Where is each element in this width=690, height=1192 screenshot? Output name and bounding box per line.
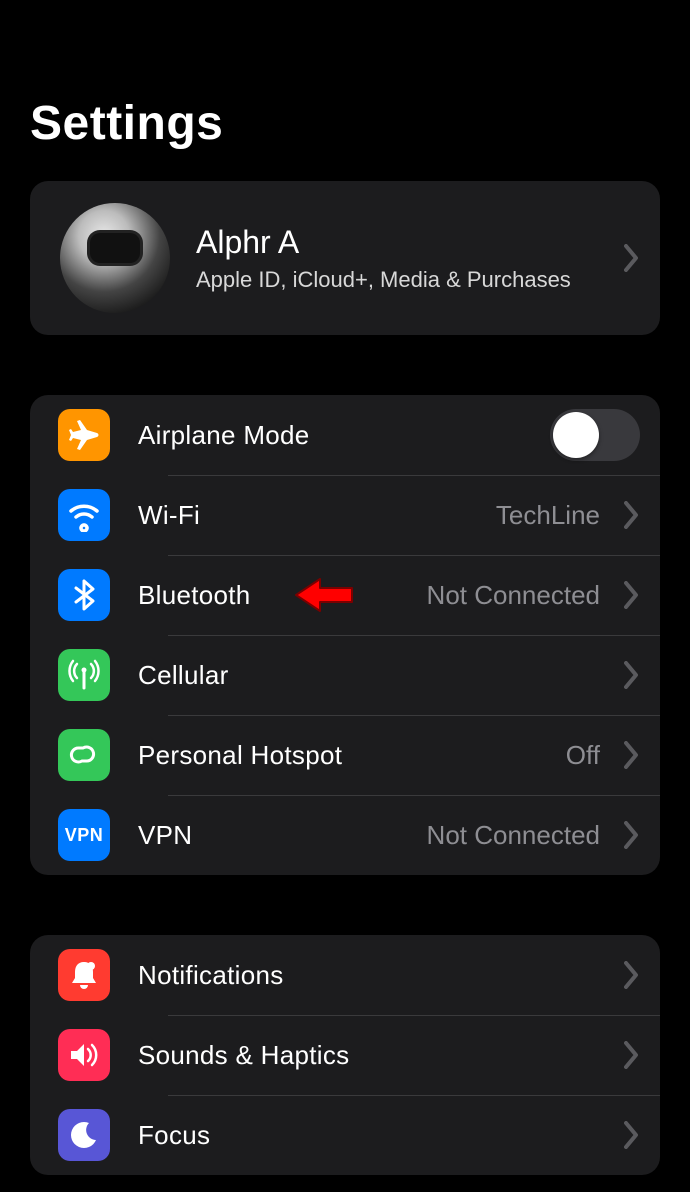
chevron-right-icon bbox=[624, 821, 640, 849]
cellular-label: Cellular bbox=[138, 660, 614, 691]
chevron-right-icon bbox=[624, 581, 640, 609]
sounds-icon bbox=[58, 1029, 110, 1081]
wifi-icon bbox=[58, 489, 110, 541]
vpn-icon: VPN bbox=[58, 809, 110, 861]
wifi-value: TechLine bbox=[496, 500, 600, 531]
profile-group: Alphr A Apple ID, iCloud+, Media & Purch… bbox=[30, 181, 660, 335]
chevron-right-icon bbox=[624, 961, 640, 989]
toggle-knob bbox=[553, 412, 599, 458]
bluetooth-value: Not Connected bbox=[427, 580, 600, 611]
airplane-toggle[interactable] bbox=[550, 409, 640, 461]
vpn-icon-text: VPN bbox=[65, 825, 104, 846]
focus-icon bbox=[58, 1109, 110, 1161]
sounds-row[interactable]: Sounds & Haptics bbox=[30, 1015, 660, 1095]
apple-id-row[interactable]: Alphr A Apple ID, iCloud+, Media & Purch… bbox=[30, 181, 660, 335]
hotspot-label: Personal Hotspot bbox=[138, 740, 566, 771]
wifi-label: Wi-Fi bbox=[138, 500, 496, 531]
bluetooth-icon bbox=[58, 569, 110, 621]
airplane-icon bbox=[58, 409, 110, 461]
chevron-right-icon bbox=[624, 1041, 640, 1069]
notifications-label: Notifications bbox=[138, 960, 614, 991]
vpn-label: VPN bbox=[138, 820, 427, 851]
notifications-group: Notifications Sounds & Haptics Focus bbox=[30, 935, 660, 1175]
wifi-row[interactable]: Wi-Fi TechLine bbox=[30, 475, 660, 555]
chevron-right-icon bbox=[624, 741, 640, 769]
notifications-icon bbox=[58, 949, 110, 1001]
vpn-value: Not Connected bbox=[427, 820, 600, 851]
focus-row[interactable]: Focus bbox=[30, 1095, 660, 1175]
avatar bbox=[60, 203, 170, 313]
vpn-row[interactable]: VPN VPN Not Connected bbox=[30, 795, 660, 875]
hotspot-value: Off bbox=[566, 740, 600, 771]
sounds-label: Sounds & Haptics bbox=[138, 1040, 614, 1071]
network-group: Airplane Mode Wi-Fi TechLine Bluetooth N… bbox=[30, 395, 660, 875]
cellular-icon bbox=[58, 649, 110, 701]
hotspot-icon bbox=[58, 729, 110, 781]
bluetooth-label: Bluetooth bbox=[138, 580, 427, 611]
chevron-right-icon bbox=[624, 661, 640, 689]
airplane-label: Airplane Mode bbox=[138, 420, 550, 451]
profile-text: Alphr A Apple ID, iCloud+, Media & Purch… bbox=[170, 224, 614, 293]
chevron-right-icon bbox=[624, 501, 640, 529]
notifications-row[interactable]: Notifications bbox=[30, 935, 660, 1015]
page-title: Settings bbox=[30, 96, 660, 151]
cellular-row[interactable]: Cellular bbox=[30, 635, 660, 715]
hotspot-row[interactable]: Personal Hotspot Off bbox=[30, 715, 660, 795]
focus-label: Focus bbox=[138, 1120, 614, 1151]
bluetooth-row[interactable]: Bluetooth Not Connected bbox=[30, 555, 660, 635]
airplane-mode-row[interactable]: Airplane Mode bbox=[30, 395, 660, 475]
profile-subtitle: Apple ID, iCloud+, Media & Purchases bbox=[196, 267, 614, 293]
chevron-right-icon bbox=[624, 244, 640, 272]
profile-name: Alphr A bbox=[196, 224, 614, 261]
chevron-right-icon bbox=[624, 1121, 640, 1149]
